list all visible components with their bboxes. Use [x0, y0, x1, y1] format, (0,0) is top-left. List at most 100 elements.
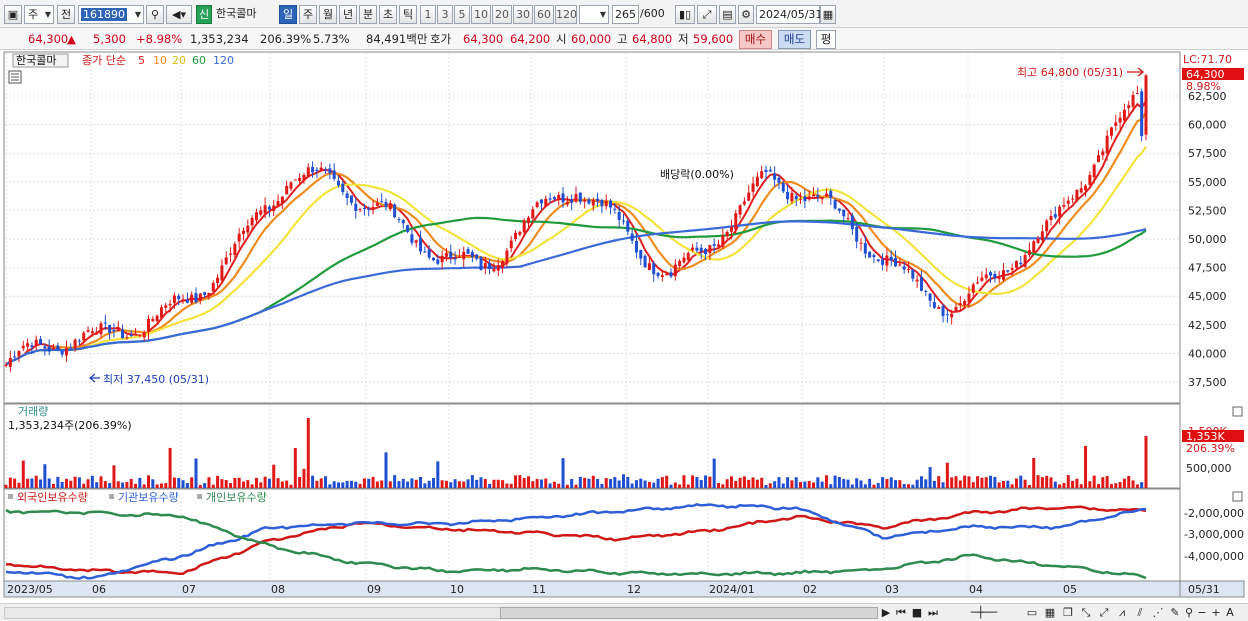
line-tool-icon[interactable]: ⤡ [1078, 606, 1094, 620]
chart-area[interactable]: 62,500 60,000 57,500 55,000 52,500 50,000 47,5… [0, 51, 1248, 603]
y-tick-label: 45,000 [1188, 290, 1227, 303]
volume-bar [324, 476, 328, 488]
interval-3[interactable]: 3 [437, 5, 453, 24]
volume-pane-close-icon[interactable] [1232, 406, 1243, 417]
volume-bar [108, 483, 112, 488]
candle-body [846, 218, 850, 220]
zoom-out-icon[interactable]: − [1196, 606, 1208, 620]
candle-body [254, 212, 258, 221]
stop-icon[interactable]: ■ [910, 606, 924, 620]
count-input[interactable]: 265 [612, 5, 639, 24]
volume-bar [565, 484, 569, 488]
candle-body [600, 199, 604, 207]
candle-body [388, 203, 392, 210]
period-second[interactable]: 초 [379, 5, 397, 24]
grid-icon[interactable]: ▦ [1042, 606, 1058, 620]
volume-bar [125, 482, 129, 488]
sell-button[interactable]: 매도 [778, 30, 811, 49]
x-axis-label: 03 [885, 583, 899, 596]
interval-5[interactable]: 5 [454, 5, 470, 24]
scroll-thumb[interactable] [500, 607, 878, 619]
interval-10[interactable]: 10 [471, 5, 491, 24]
y-axis-ticks: 62,50060,00057,50055,00052,50050,00047,5… [1188, 90, 1227, 389]
volume-bar [479, 477, 483, 488]
candle-body [734, 213, 738, 230]
volume-bar [483, 479, 487, 488]
interval-1[interactable]: 1 [420, 5, 436, 24]
candle-body [311, 166, 315, 173]
volume-bar [794, 477, 798, 488]
candle-body [876, 259, 880, 261]
volume-bar [147, 475, 150, 488]
date-input[interactable]: 2024/05/31 [756, 5, 822, 24]
layout-icon[interactable]: ▭ [1024, 606, 1040, 620]
volume-bar [876, 482, 880, 488]
period-minute[interactable]: 분 [359, 5, 377, 24]
prev-button[interactable]: 전 [57, 5, 75, 24]
period-month[interactable]: 월 [319, 5, 337, 24]
copy-icon[interactable]: ❐ [1060, 606, 1076, 620]
zoom-in-icon[interactable]: + [1210, 606, 1222, 620]
lc-label: LC:71.70 [1183, 53, 1232, 66]
volume-bar [1010, 484, 1014, 488]
volume-bar [289, 484, 293, 488]
volume-bar [43, 464, 47, 488]
candle-body [729, 226, 733, 232]
window-menu-icon[interactable]: ▣ [4, 5, 22, 24]
gear-icon[interactable]: ⚙ [738, 5, 754, 24]
y-tick-label: 47,500 [1188, 262, 1227, 275]
interval-20[interactable]: 20 [492, 5, 512, 24]
eval-button[interactable]: 평 [816, 30, 836, 49]
interval-60[interactable]: 60 [534, 5, 554, 24]
fib-tool-icon[interactable]: ⩘ [1114, 606, 1130, 620]
interval-30[interactable]: 30 [513, 5, 533, 24]
candle-style-icon[interactable]: ▮▯ [675, 5, 695, 24]
volume-bar [203, 483, 207, 488]
market-select[interactable]: 주 ▼ [24, 5, 54, 24]
trend-tool-icon[interactable]: ⤢ [1096, 606, 1112, 620]
candle-body [919, 277, 923, 291]
stock-code-input[interactable]: 161890 ▼ [78, 5, 144, 24]
calendar-icon[interactable]: ▦ [820, 5, 836, 24]
candle-body [134, 333, 138, 335]
speed-slider[interactable]: ─┼── [948, 606, 1020, 620]
save-icon[interactable]: ▤ [719, 5, 736, 24]
chart-svg[interactable]: 62,50060,00057,50055,00052,50050,00047,5… [0, 51, 1248, 603]
speaker-icon[interactable]: ◀▾ [166, 5, 192, 24]
interval-120[interactable]: 120 [555, 5, 577, 24]
period-week[interactable]: 주 [299, 5, 317, 24]
volume-bar [138, 477, 142, 488]
rewind-icon[interactable]: ⏮ [894, 606, 908, 620]
search-icon[interactable]: ⚲ [146, 5, 164, 24]
zoom-icon[interactable]: ⚲ [1182, 606, 1196, 620]
volume-bar [691, 475, 695, 488]
volume-bar [1053, 481, 1057, 488]
holding-pane-close-icon[interactable] [1232, 491, 1243, 502]
volume-bar [129, 478, 133, 488]
candle-body [604, 200, 608, 207]
drawing-tool-icon[interactable]: ⤢ [697, 5, 717, 24]
volume-bar [678, 484, 682, 488]
text-tool-icon[interactable]: A [1224, 606, 1236, 620]
ma-legend-10: 10 [153, 54, 167, 67]
volume-bar [807, 481, 811, 488]
pencil-icon[interactable]: ✎ [1168, 606, 1182, 620]
x-axis-label: 05 [1063, 583, 1077, 596]
candle-body [1066, 200, 1070, 204]
forward-icon[interactable]: ⏭ [926, 606, 940, 620]
play-icon[interactable]: ▶ [880, 606, 892, 620]
candle-body [224, 257, 228, 265]
period-day[interactable]: 일 [279, 5, 297, 24]
fan-tool-icon[interactable]: ⋰ [1150, 606, 1166, 620]
period-tick[interactable]: 틱 [399, 5, 417, 24]
volume-bar [1079, 484, 1083, 488]
period-year[interactable]: 년 [339, 5, 357, 24]
interval-select[interactable]: ▼ [579, 5, 609, 24]
candle-body [384, 202, 388, 208]
buy-button[interactable]: 매수 [739, 30, 772, 49]
trade-amount: 84,491백만 [366, 32, 428, 46]
volume-bar [548, 483, 552, 488]
channel-tool-icon[interactable]: ⫽ [1132, 606, 1148, 620]
open-price: 60,000 [571, 32, 612, 46]
candle-body [302, 175, 306, 181]
